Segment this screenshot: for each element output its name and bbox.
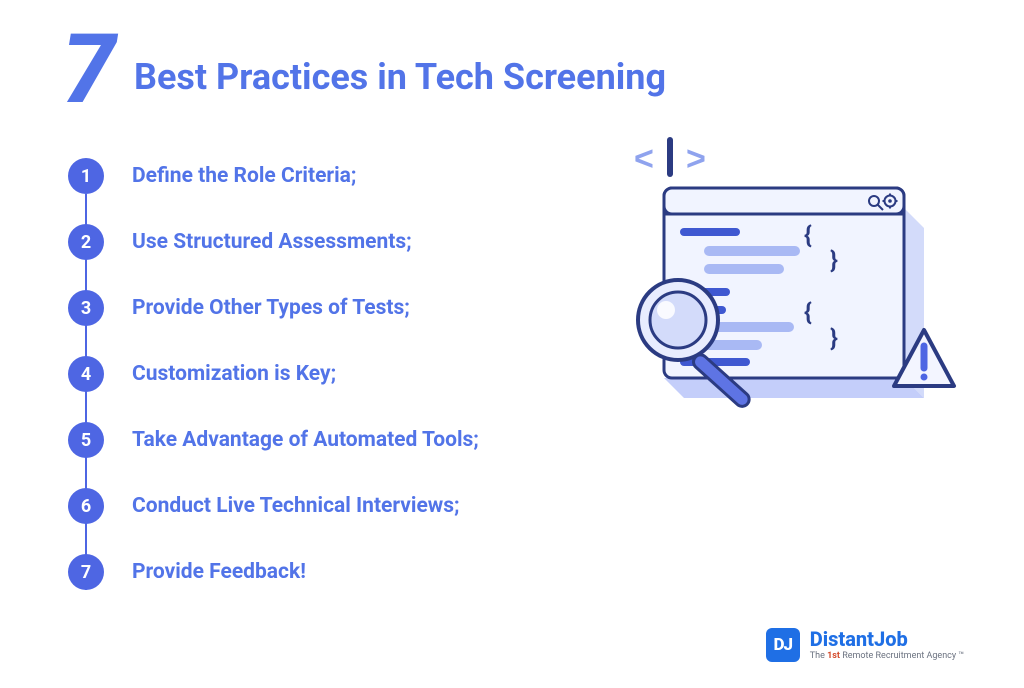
brand-mark: DJ bbox=[766, 628, 800, 662]
list-item-number: 5 bbox=[68, 422, 104, 458]
list-item-label: Conduct Live Technical Interviews; bbox=[132, 494, 460, 518]
list-item-label: Define the Role Criteria; bbox=[132, 164, 356, 188]
list-item-number: 2 bbox=[68, 224, 104, 260]
list-item-number: 1 bbox=[68, 158, 104, 194]
code-brackets-icon: < > bbox=[634, 140, 706, 178]
illustration-svg: < > bbox=[594, 130, 964, 450]
list-item-label: Provide Other Types of Tests; bbox=[132, 296, 410, 320]
brand-name: DistantJob bbox=[810, 629, 964, 649]
list-item-label: Customization is Key; bbox=[132, 362, 336, 386]
list-item-number: 4 bbox=[68, 356, 104, 392]
list-item-number: 3 bbox=[68, 290, 104, 326]
brand-tagline: The 1st Remote Recruitment Agency ™ bbox=[810, 652, 964, 661]
list-item-label: Use Structured Assessments; bbox=[132, 230, 412, 254]
svg-text:>: > bbox=[686, 140, 706, 178]
list-item-label: Take Advantage of Automated Tools; bbox=[132, 428, 479, 452]
heading-title: Best Practices in Tech Screening bbox=[134, 56, 666, 98]
heading-number: 7 bbox=[62, 34, 112, 106]
svg-text:{: { bbox=[804, 298, 812, 326]
infographic-canvas: 7 Best Practices in Tech Screening 1 Def… bbox=[0, 0, 1024, 688]
brand-logo: DJ DistantJob The 1st Remote Recruitment… bbox=[766, 628, 964, 662]
list-item-number: 7 bbox=[68, 554, 104, 590]
svg-text:}: } bbox=[830, 324, 838, 352]
list-item-number: 6 bbox=[68, 488, 104, 524]
list-item-label: Provide Feedback! bbox=[132, 560, 306, 584]
svg-text:<: < bbox=[634, 140, 654, 178]
svg-text:{: { bbox=[804, 221, 812, 249]
code-screen-illustration: < > bbox=[594, 130, 964, 450]
svg-text:}: } bbox=[830, 246, 838, 274]
